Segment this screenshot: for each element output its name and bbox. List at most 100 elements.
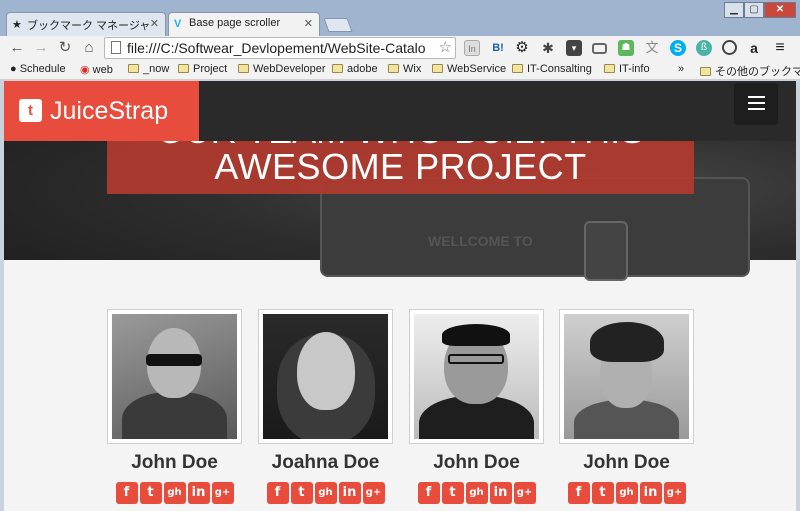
member-photo [559, 309, 694, 444]
android-icon[interactable]: ☗ [618, 40, 634, 56]
vimeo-icon: V [174, 18, 182, 30]
github-icon[interactable]: gh [615, 482, 638, 504]
folder-icon [512, 64, 523, 73]
address-bar[interactable]: file:///C:/Softwear_Devlopement/WebSite-… [104, 37, 456, 59]
gear-icon[interactable]: ⚙ [514, 40, 530, 56]
close-window-button[interactable]: ✕ [764, 2, 796, 18]
new-tab-button[interactable] [323, 18, 353, 32]
tab-close-icon[interactable]: ✕ [150, 17, 159, 30]
facebook-icon[interactable]: f [115, 482, 138, 504]
bookmark-now[interactable]: _now [128, 63, 169, 75]
social-links: f t gh in g+ [107, 482, 242, 504]
google-plus-icon[interactable]: g+ [513, 482, 536, 504]
amazon-icon[interactable]: a [746, 40, 762, 56]
tab-base-page-scroller[interactable]: V Base page scroller ✕ [168, 12, 320, 36]
browser-titlebar: ★ ブックマーク マネージャ ✕ V Base page scroller ✕ … [0, 0, 800, 36]
tab-bookmark-manager[interactable]: ★ ブックマーク マネージャ ✕ [6, 12, 166, 36]
folder-icon [432, 64, 443, 73]
twitter-icon[interactable]: t [290, 482, 313, 504]
twitter-icon[interactable]: t [139, 482, 162, 504]
member-photo [409, 309, 544, 444]
star-icon: ★ [12, 19, 22, 31]
folder-icon [388, 64, 399, 73]
member-photo [258, 309, 393, 444]
brand-name: JuiceStrap [50, 97, 169, 125]
pocket-icon[interactable]: ▾ [566, 40, 582, 56]
home-icon[interactable]: ⌂ [80, 39, 98, 57]
github-icon[interactable]: gh [163, 482, 186, 504]
menu-bar [748, 108, 765, 110]
bookmarks-overflow-button[interactable]: » [678, 63, 684, 75]
bookmark-schedule[interactable]: ● Schedule [10, 63, 66, 75]
bookmark-it-consalting[interactable]: IT-Consalting [512, 63, 592, 75]
folder-icon [178, 64, 189, 73]
folder-icon [700, 67, 711, 76]
linkedin-icon[interactable]: in [338, 482, 361, 504]
bookmark-project[interactable]: Project [178, 63, 227, 75]
bookmark-wix[interactable]: Wix [388, 63, 421, 75]
facebook-icon[interactable]: f [567, 482, 590, 504]
linkedin-icon[interactable]: in [489, 482, 512, 504]
linkedin-icon[interactable]: in [187, 482, 210, 504]
member-name: John Doe [583, 452, 670, 473]
tab-label: ブックマーク マネージャ [27, 20, 151, 32]
member-name: John Doe [131, 452, 218, 473]
folder-icon [128, 64, 139, 73]
maximize-button[interactable]: ▢ [744, 2, 764, 18]
clock-icon[interactable] [722, 40, 737, 55]
linkedin-ext-icon[interactable]: In [464, 40, 480, 56]
twitter-icon[interactable]: t [441, 482, 464, 504]
site-navbar: t JuiceStrap [4, 81, 796, 141]
google-plus-icon[interactable]: g+ [362, 482, 385, 504]
puzzle-icon[interactable]: ✱ [540, 40, 556, 56]
tab-label: Base page scroller [189, 17, 281, 29]
cast-icon[interactable] [592, 43, 607, 54]
folder-icon [604, 64, 615, 73]
team-member: John Doe f t gh in g+ [107, 309, 242, 504]
page-icon [111, 41, 121, 54]
forward-arrow-icon[interactable]: → [32, 39, 50, 57]
folder-icon [332, 64, 343, 73]
menu-icon[interactable]: ≡ [772, 40, 788, 56]
bookmarks-bar: ● Schedule ◉ web _now Project WebDevelop… [0, 60, 800, 80]
member-name: Joahna Doe [271, 452, 380, 473]
google-plus-icon[interactable]: g+ [211, 482, 234, 504]
bookmark-webservice[interactable]: WebService [432, 63, 506, 75]
facebook-icon[interactable]: f [266, 482, 289, 504]
address-text: file:///C:/Softwear_Devlopement/WebSite-… [127, 40, 426, 56]
back-arrow-icon[interactable]: ← [8, 39, 26, 57]
apple-icon: ● [10, 63, 17, 75]
team-member: John Doe f t gh in g+ [409, 309, 544, 504]
bookmark-other[interactable]: その他のブックマーク [700, 63, 800, 79]
member-name: John Doe [433, 452, 520, 473]
brand-logo[interactable]: t JuiceStrap [4, 81, 199, 141]
b-circle-icon[interactable]: ß [696, 40, 712, 56]
twitter-icon: t [19, 99, 42, 122]
bookmark-adobe[interactable]: adobe [332, 63, 378, 75]
bookmark-web[interactable]: ◉ web [80, 63, 113, 76]
browser-toolbar: ← → ↻ ⌂ file:///C:/Softwear_Devlopement/… [0, 36, 800, 60]
hatena-bookmark-icon[interactable]: B! [490, 40, 506, 56]
github-icon[interactable]: gh [465, 482, 488, 504]
hero-background-text: WELLCOME TO [428, 233, 533, 249]
translate-icon[interactable]: 文 [644, 40, 660, 56]
tab-close-icon[interactable]: ✕ [304, 17, 313, 30]
reload-icon[interactable]: ↻ [56, 39, 74, 57]
google-plus-icon[interactable]: g+ [663, 482, 686, 504]
minimize-button[interactable]: ▁ [724, 2, 744, 18]
twitter-icon[interactable]: t [591, 482, 614, 504]
team-member: John Doe f t gh in g+ [559, 309, 694, 504]
bookmark-webdeveloper[interactable]: WebDeveloper [238, 63, 326, 75]
menu-bar [748, 102, 765, 104]
facebook-icon[interactable]: f [417, 482, 440, 504]
folder-icon [238, 64, 249, 73]
linkedin-icon[interactable]: in [639, 482, 662, 504]
team-member: Joahna Doe f t gh in g+ [258, 309, 393, 504]
bookmark-star-icon[interactable]: ☆ [436, 38, 452, 58]
team-section: John Doe f t gh in g+ Joahna Doe f t gh [4, 260, 796, 511]
page-viewport: WELLCOME TO OUR TEAM WHO BUILT THIS AWES… [4, 81, 796, 511]
hamburger-menu-button[interactable] [734, 83, 778, 125]
bookmark-it-info[interactable]: IT-info [604, 63, 650, 75]
github-icon[interactable]: gh [314, 482, 337, 504]
skype-icon[interactable]: S [670, 40, 686, 56]
